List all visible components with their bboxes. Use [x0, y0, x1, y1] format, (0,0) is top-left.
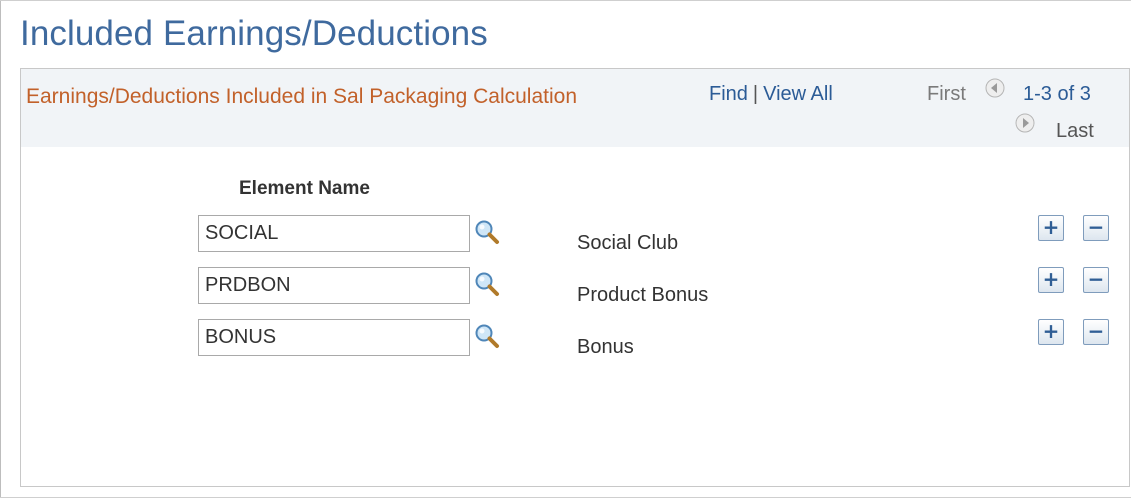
- window-border-left: [0, 0, 1, 498]
- left-arrow-circle-icon[interactable]: [985, 78, 1005, 98]
- lookup-search-icon[interactable]: [473, 322, 501, 350]
- page-title: Included Earnings/Deductions: [20, 14, 488, 53]
- element-name-input[interactable]: [198, 215, 470, 252]
- table-row: Product Bonus + −: [21, 267, 1129, 319]
- grid-header: Earnings/Deductions Included in Sal Pack…: [21, 69, 1129, 147]
- window-border-top: [0, 0, 1131, 1]
- nav-separator: |: [752, 83, 759, 105]
- last-link[interactable]: Last: [1056, 120, 1094, 143]
- add-row-button[interactable]: +: [1038, 215, 1064, 241]
- first-link[interactable]: First: [927, 83, 966, 106]
- grid-nav-links: Find | View All: [709, 83, 833, 106]
- grid-title: Earnings/Deductions Included in Sal Pack…: [26, 85, 578, 108]
- earnings-deductions-grid: Earnings/Deductions Included in Sal Pack…: [20, 68, 1130, 487]
- element-description: Product Bonus: [577, 284, 709, 306]
- lookup-search-icon[interactable]: [473, 218, 501, 246]
- add-row-button[interactable]: +: [1038, 267, 1064, 293]
- right-arrow-circle-icon[interactable]: [1015, 113, 1035, 133]
- table-row: Bonus + −: [21, 319, 1129, 371]
- add-row-button[interactable]: +: [1038, 319, 1064, 345]
- lookup-search-icon[interactable]: [473, 270, 501, 298]
- delete-row-button[interactable]: −: [1083, 319, 1109, 345]
- table-row: Social Club + −: [21, 215, 1129, 267]
- element-name-input[interactable]: [198, 319, 470, 356]
- element-description: Bonus: [577, 336, 634, 358]
- find-link[interactable]: Find: [709, 83, 748, 105]
- element-description: Social Club: [577, 232, 679, 254]
- delete-row-button[interactable]: −: [1083, 215, 1109, 241]
- delete-row-button[interactable]: −: [1083, 267, 1109, 293]
- view-all-link[interactable]: View All: [763, 83, 833, 105]
- row-range: 1-3 of 3: [1023, 83, 1091, 105]
- element-name-column-header: Element Name: [239, 178, 370, 199]
- element-name-input[interactable]: [198, 267, 470, 304]
